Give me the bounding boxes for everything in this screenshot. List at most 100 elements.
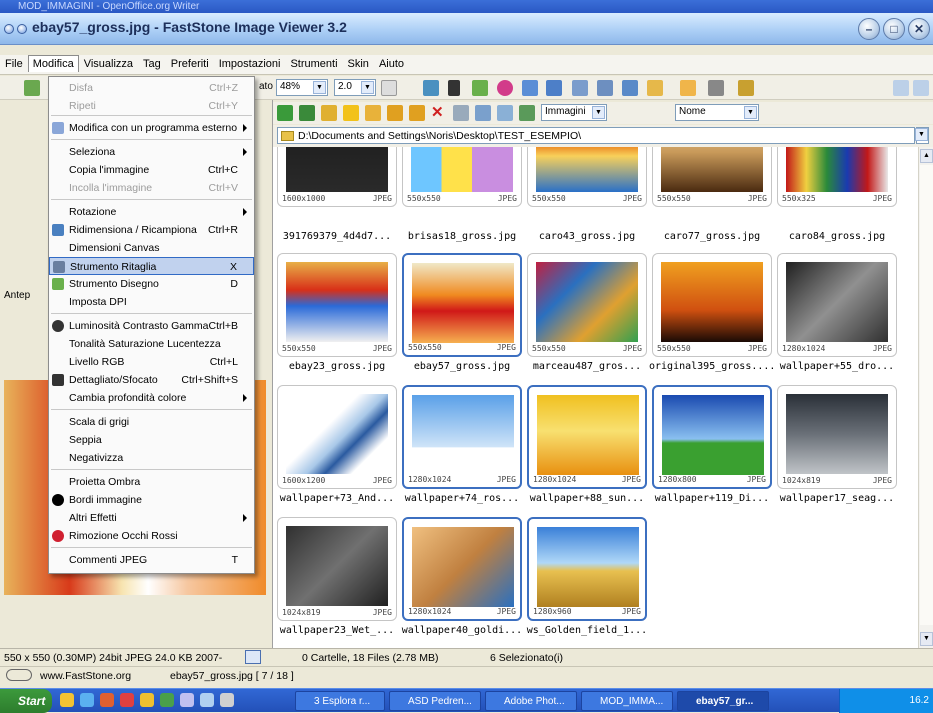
menu-item-negativizza[interactable]: Negativizza [49,449,254,467]
quicklaunch-icon[interactable] [80,693,94,707]
menu-skin[interactable]: Skin [343,55,374,73]
check-icon[interactable] [738,80,754,96]
fit-window-icon[interactable] [423,80,439,96]
grid-icon[interactable] [572,80,588,96]
chevron-down-icon[interactable]: ▼ [744,106,757,119]
sort-combo[interactable]: Nome ▼ [675,104,759,121]
thumbnail[interactable]: 550x550 JPEG [277,253,397,357]
filter-combo[interactable]: Immagini ▼ [541,104,607,121]
thumbnail-filename[interactable]: wallpaper40_goldi... [399,625,525,636]
menu-preferiti[interactable]: Preferiti [166,55,214,73]
undo-icon[interactable] [522,80,538,96]
email-icon[interactable] [680,80,696,96]
chevron-down-icon[interactable]: ▼ [592,106,605,119]
thumbnail[interactable]: 1600x1200 JPEG [277,385,397,489]
title-bar[interactable]: ebay57_gross.jpg - FastStone Image Viewe… [0,13,933,45]
menu-item-proietta-ombra[interactable]: Proietta Ombra [49,473,254,491]
menu-item-copia-l-immagine[interactable]: Copia l'immagine Ctrl+C [49,161,254,179]
menu-item-rotazione[interactable]: Rotazione [49,203,254,221]
folder-icon[interactable] [647,80,663,96]
thumbnail-filename[interactable]: ebay23_gross.jpg [274,361,400,372]
fullscreen-icon[interactable] [597,80,613,96]
slideshow-icon[interactable] [622,80,638,96]
thumbnail-filename[interactable]: original395_gross.... [649,361,775,372]
favorites-icon[interactable] [343,105,359,121]
menu-item-commenti-jpeg[interactable]: Commenti JPEG T [49,551,254,569]
menu-item-altri-effetti[interactable]: Altri Effetti [49,509,254,527]
menu-item-modifica-con-un-programma-esterno[interactable]: Modifica con un programma esterno [49,119,254,137]
thumbnail[interactable]: 1280x800 JPEG [652,385,772,489]
menu-item-strumento-ritaglia[interactable]: Strumento Ritaglia X [49,257,254,275]
website-link[interactable]: www.FastStone.org [40,670,131,682]
chevron-down-icon[interactable]: ▼ [313,81,326,94]
quicklaunch-icon[interactable] [140,693,154,707]
thumbnail-filename[interactable]: wallpaper23_Wet_... [274,625,400,636]
task-button-writer[interactable]: MOD_IMMA... [581,691,673,711]
thumbnail[interactable]: 550x550 JPEG [402,147,522,207]
scroll-thumb[interactable] [920,165,933,625]
thumbnail[interactable]: 550x550 JPEG [402,253,522,357]
back-icon[interactable] [277,105,293,121]
menu-item-bordi-immagine[interactable]: Bordi immagine [49,491,254,509]
address-field[interactable]: D:\Documents and Settings\Noris\Desktop\… [277,127,915,144]
scroll-up-icon[interactable]: ▲ [920,149,933,163]
menu-item-ridimensiona-ricampiona[interactable]: Ridimensiona / Ricampiona Ctrl+R [49,221,254,239]
move-icon[interactable] [409,105,425,121]
thumbnail[interactable]: 1280x1024 JPEG [777,253,897,357]
modifica-menu[interactable]: Disfa Ctrl+Z Ripeti Ctrl+Y Modifica con un p… [48,76,255,574]
start-button[interactable]: Start [0,689,52,713]
thumbnail-filename[interactable]: wallpaper17_seag... [774,493,900,504]
menu-tag[interactable]: Tag [138,55,166,73]
thumbnail-filename[interactable]: wallpaper+73_And... [274,493,400,504]
vertical-scrollbar[interactable]: ▲ ▼ [918,147,933,648]
thumbnail-filename[interactable]: wallpaper+74_ros... [399,493,525,504]
chevron-down-icon[interactable]: ▼ [915,128,928,141]
print-icon[interactable] [708,80,724,96]
thumbnail-filename[interactable]: ws_Golden_field_1... [524,625,650,636]
quicklaunch-icon[interactable] [100,693,114,707]
task-button-faststone[interactable]: ebay57_gr... [677,691,769,711]
zoom-combo[interactable]: 48% ▼ [276,79,328,96]
thumbnail-filename[interactable]: caro84_gross.jpg [774,231,900,242]
thumbnail[interactable]: 1600x1000 JPEG [277,147,397,207]
menu-item-ripeti[interactable]: Ripeti Ctrl+Y [49,97,254,115]
task-button-explorer[interactable]: 3 Esplora r... [295,691,385,711]
thumbnails-icon[interactable] [475,105,491,121]
menu-aiuto[interactable]: Aiuto [374,55,409,73]
layout-alt-icon[interactable] [913,80,929,96]
thumbnail-filename[interactable]: wallpaper+119_Di... [649,493,775,504]
address-dropdown[interactable]: ▼ [915,127,929,144]
menu-item-dimensioni-canvas[interactable]: Dimensioni Canvas [49,239,254,257]
red-eye-icon[interactable] [497,80,513,96]
thumbnail[interactable]: 550x325 JPEG [777,147,897,207]
draw-icon[interactable] [472,80,488,96]
task-button-asd[interactable]: ASD Pedren... [389,691,481,711]
minimize-button[interactable]: – [858,18,880,40]
fullscreen-small-icon[interactable] [245,650,261,664]
menu-item-imposta-dpi[interactable]: Imposta DPI [49,293,254,311]
menu-item-seleziona[interactable]: Seleziona [49,143,254,161]
menu-item-incolla-l-immagine[interactable]: Incolla l'immagine Ctrl+V [49,179,254,197]
layout-icon[interactable] [893,80,909,96]
copy-icon[interactable] [387,105,403,121]
menu-item-tonalit-saturazione-lucentezza[interactable]: Tonalità Saturazione Lucentezza [49,335,254,353]
scale-combo[interactable]: 2.0 ▼ [334,79,376,96]
window-menu-icon[interactable] [4,24,14,34]
menu-item-scala-di-grigi[interactable]: Scala di grigi [49,413,254,431]
crop-icon[interactable] [448,80,460,96]
thumbnail-filename[interactable]: ebay57_gross.jpg [399,361,525,372]
menu-item-dettagliato-sfocato[interactable]: Dettagliato/Sfocato Ctrl+Shift+S [49,371,254,389]
thumbnail-filename[interactable]: 391769379_4d4d7... [274,231,400,242]
close-button[interactable]: ✕ [908,18,930,40]
thumbnail-filename[interactable]: caro43_gross.jpg [524,231,650,242]
menu-strumenti[interactable]: Strumenti [285,55,342,73]
thumbnail-filename[interactable]: wallpaper+55_dro... [774,361,900,372]
scroll-down-icon[interactable]: ▼ [920,632,933,646]
thumbnail-grid[interactable]: 1600x1000 JPEG 391769379_4d4d7... 550x550 JP… [273,147,918,648]
menu-file[interactable]: File [0,55,28,73]
menu-item-rimozione-occhi-rossi[interactable]: Rimozione Occhi Rossi [49,527,254,545]
thumbnail[interactable]: 1280x960 JPEG [527,517,647,621]
maximize-button[interactable]: □ [883,18,905,40]
menu-item-seppia[interactable]: Seppia [49,431,254,449]
thumbnail[interactable]: 1280x1024 JPEG [402,517,522,621]
